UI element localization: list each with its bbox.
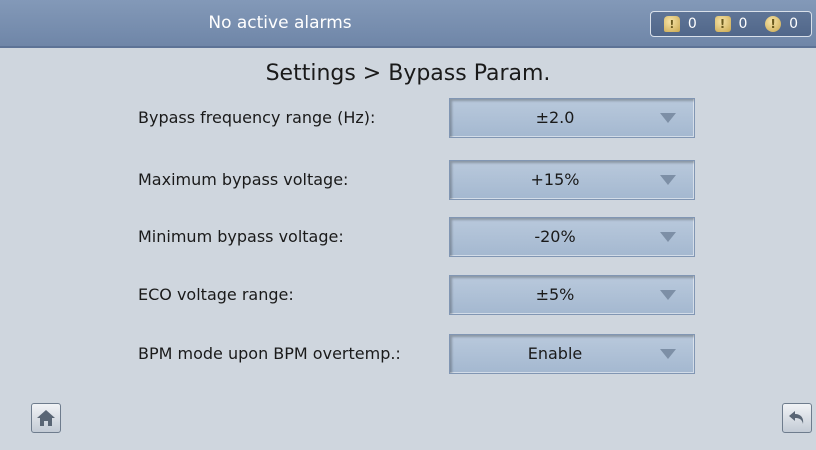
bell-alarm-counter: ! 0: [663, 16, 697, 32]
param-label: ECO voltage range:: [138, 285, 294, 304]
param-row-min-bypass-voltage: Minimum bypass voltage: -20%: [0, 217, 816, 257]
min-bypass-voltage-dropdown[interactable]: -20%: [449, 217, 695, 257]
exclamation-square-counter: ! 0: [714, 16, 748, 32]
dropdown-arrow-icon: [660, 349, 676, 359]
param-label: BPM mode upon BPM overtemp.:: [138, 344, 401, 363]
home-button[interactable]: [31, 403, 61, 433]
back-button[interactable]: [782, 403, 812, 433]
dropdown-value: ±5%: [535, 285, 575, 304]
exclamation-circle-icon: !: [765, 16, 782, 32]
dropdown-value: Enable: [527, 344, 583, 363]
param-label: Bypass frequency range (Hz):: [138, 108, 376, 127]
max-bypass-voltage-dropdown[interactable]: +15%: [449, 160, 695, 200]
dropdown-arrow-icon: [660, 290, 676, 300]
exclamation-circle-counter: ! 0: [765, 16, 798, 32]
dropdown-value: ±2.0: [535, 108, 575, 127]
eco-voltage-range-dropdown[interactable]: ±5%: [449, 275, 695, 315]
dropdown-arrow-icon: [660, 113, 676, 123]
dropdown-arrow-icon: [660, 232, 676, 242]
param-label: Maximum bypass voltage:: [138, 170, 349, 189]
dropdown-arrow-icon: [660, 175, 676, 185]
status-bar: No active alarms ! 0 ! 0 ! 0: [0, 0, 816, 48]
bypass-frequency-dropdown[interactable]: ±2.0: [449, 98, 695, 138]
back-arrow-icon: [789, 411, 804, 424]
param-row-bypass-frequency: Bypass frequency range (Hz): ±2.0: [0, 98, 816, 138]
page-title: Settings > Bypass Param.: [265, 61, 551, 86]
param-row-eco-voltage-range: ECO voltage range: ±5%: [0, 275, 816, 315]
alarm-status-text[interactable]: No active alarms: [0, 0, 560, 46]
exclamation-circle-count: 0: [789, 16, 799, 32]
exclamation-square-icon: !: [714, 16, 731, 32]
param-row-bpm-mode: BPM mode upon BPM overtemp.: Enable: [0, 334, 816, 374]
dropdown-value: +15%: [530, 170, 580, 189]
param-row-max-bypass-voltage: Maximum bypass voltage: +15%: [0, 160, 816, 200]
bpm-mode-dropdown[interactable]: Enable: [449, 334, 695, 374]
bell-alarm-icon: !: [663, 16, 680, 32]
bell-alarm-count: 0: [687, 16, 697, 32]
exclamation-square-count: 0: [738, 16, 748, 32]
dropdown-value: -20%: [534, 227, 576, 246]
home-icon: [37, 410, 55, 426]
param-label: Minimum bypass voltage:: [138, 227, 344, 246]
alarm-counters[interactable]: ! 0 ! 0 ! 0: [650, 11, 812, 37]
